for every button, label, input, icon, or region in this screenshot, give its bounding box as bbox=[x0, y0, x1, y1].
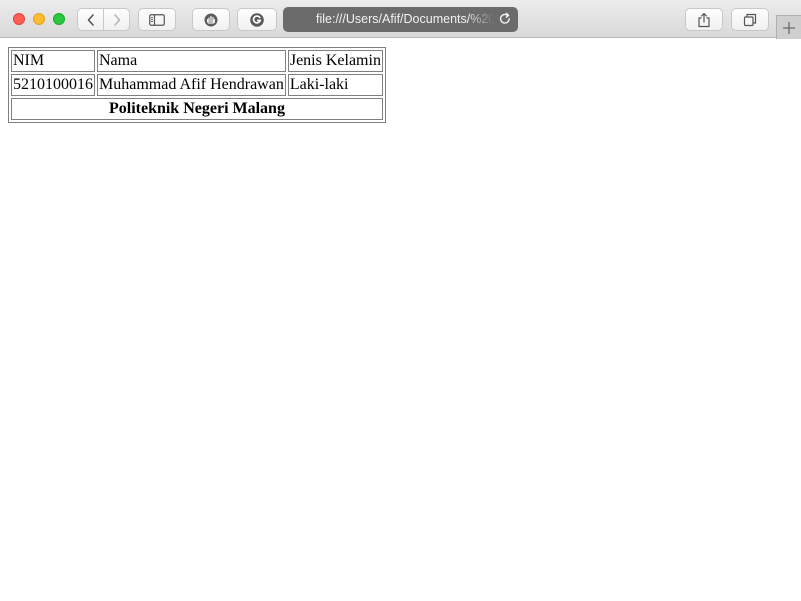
reload-icon[interactable] bbox=[498, 12, 512, 26]
sidebar-toggle-button[interactable] bbox=[138, 8, 176, 31]
tabs-overview-icon bbox=[743, 13, 757, 26]
close-window-button[interactable] bbox=[13, 13, 25, 25]
forward-button[interactable] bbox=[103, 9, 129, 30]
student-table: NIM Nama Jenis Kelamin 5210100016 Muhamm… bbox=[8, 47, 386, 123]
cell-jenis-kelamin: Laki-laki bbox=[287, 74, 383, 96]
address-bar[interactable]: file:///Users/Afif/Documents/%20... bbox=[283, 7, 518, 32]
table-footer-row: Politeknik Negeri Malang bbox=[11, 98, 383, 120]
chevron-left-icon bbox=[87, 13, 94, 26]
show-all-tabs-button[interactable] bbox=[731, 8, 769, 31]
back-button[interactable] bbox=[78, 9, 103, 30]
new-tab-button[interactable] bbox=[776, 15, 801, 39]
table-header-row: NIM Nama Jenis Kelamin bbox=[11, 50, 383, 72]
page-content: NIM Nama Jenis Kelamin 5210100016 Muhamm… bbox=[0, 39, 801, 601]
address-url[interactable]: file:///Users/Afif/Documents/%20... bbox=[316, 12, 494, 27]
browser-toolbar: file:///Users/Afif/Documents/%20... bbox=[0, 0, 801, 38]
extension-button-g[interactable] bbox=[237, 8, 277, 31]
header-cell-nim: NIM bbox=[11, 50, 95, 72]
chevron-right-icon bbox=[113, 13, 120, 26]
header-cell-jenis-kelamin: Jenis Kelamin bbox=[287, 50, 383, 72]
navigation-buttons bbox=[77, 8, 130, 31]
cell-nama: Muhammad Afif Hendrawan bbox=[97, 74, 286, 96]
hand-icon bbox=[204, 13, 218, 26]
sidebar-icon bbox=[149, 13, 165, 26]
plus-icon bbox=[782, 21, 796, 34]
footer-cell-institution: Politeknik Negeri Malang bbox=[11, 98, 383, 120]
header-cell-nama: Nama bbox=[97, 50, 286, 72]
minimize-window-button[interactable] bbox=[33, 13, 45, 25]
fullscreen-window-button[interactable] bbox=[53, 13, 65, 25]
browser-window: file:///Users/Afif/Documents/%20... NIM … bbox=[0, 0, 801, 601]
cell-nim: 5210100016 bbox=[11, 74, 95, 96]
extension-button-hand[interactable] bbox=[192, 8, 230, 31]
share-icon bbox=[698, 12, 710, 27]
table-row: 5210100016 Muhammad Afif Hendrawan Laki-… bbox=[11, 74, 383, 96]
share-button[interactable] bbox=[685, 8, 723, 31]
grammarly-icon bbox=[250, 12, 264, 27]
